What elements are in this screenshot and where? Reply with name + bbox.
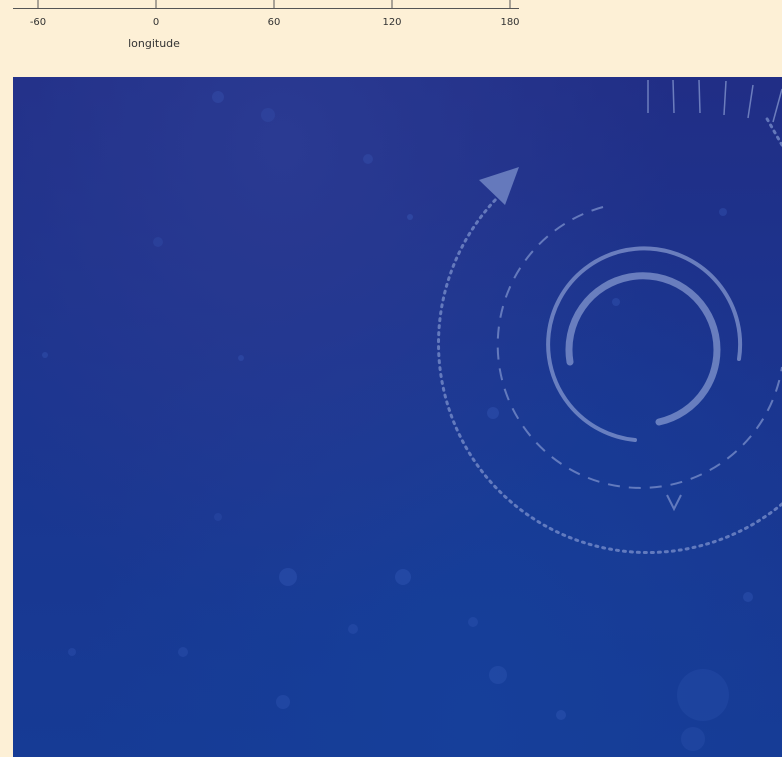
x-tick-label: 180 <box>500 17 519 28</box>
x-tick-label: 60 <box>268 17 281 28</box>
background-particles <box>42 91 753 751</box>
loading-spinner-icon <box>546 246 743 442</box>
scale-ticks <box>647 79 782 123</box>
x-axis-title: longitude <box>128 37 180 50</box>
x-tick-label: 120 <box>382 17 401 28</box>
x-tick-label: 0 <box>153 17 159 28</box>
x-axis-area: -60 0 60 120 180 longitude <box>0 0 782 77</box>
map-loading-panel <box>13 77 782 757</box>
x-axis: -60 0 60 120 180 longitude <box>13 0 520 50</box>
map-overlay <box>42 79 782 751</box>
x-tick-label: -60 <box>30 17 46 28</box>
y-axis-area: latitude <box>0 0 13 757</box>
refresh-arrow-icon <box>437 115 782 555</box>
